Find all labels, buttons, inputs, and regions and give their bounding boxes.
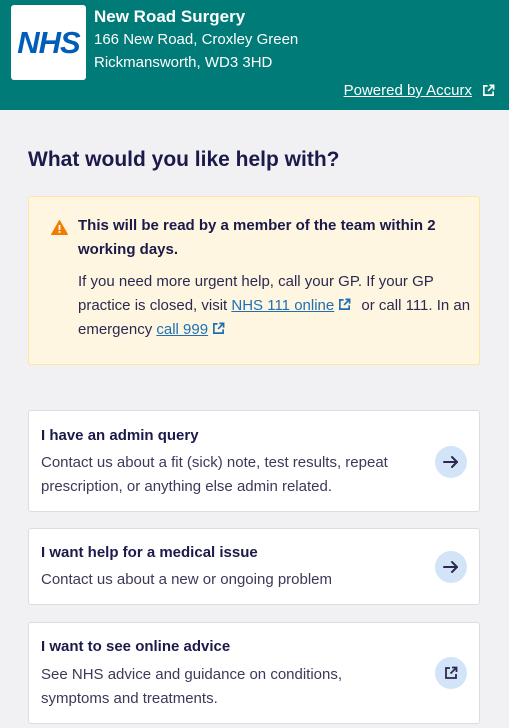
practice-address-line1: 166 New Road, Croxley Green bbox=[94, 31, 299, 48]
nhs-logo: NHS bbox=[11, 5, 86, 80]
option-title: I have an admin query bbox=[41, 427, 199, 444]
option-title: I want to see online advice bbox=[41, 638, 231, 655]
practice-name: New Road Surgery bbox=[94, 7, 246, 26]
option-description: Contact us about a fit (sick) note, test… bbox=[41, 454, 388, 495]
practice-details: New Road Surgery 166 New Road, Croxley G… bbox=[94, 6, 298, 74]
option-description: See NHS advice and guidance on condition… bbox=[41, 666, 343, 707]
option-online-advice[interactable]: I want to see online advice See NHS advi… bbox=[28, 622, 480, 724]
option-arrow-button[interactable] bbox=[435, 551, 467, 583]
warning-triangle-icon bbox=[51, 220, 68, 235]
option-arrow-button[interactable] bbox=[435, 446, 467, 478]
external-link-icon bbox=[445, 666, 458, 679]
option-external-button[interactable] bbox=[435, 657, 467, 689]
option-medical-issue[interactable]: I want help for a medical issue Contact … bbox=[28, 528, 480, 605]
page-title: What would you like help with? bbox=[28, 148, 340, 171]
response-time-alert: This will be read by a member of the tea… bbox=[28, 196, 480, 365]
practice-header: NHS New Road Surgery 166 New Road, Croxl… bbox=[0, 0, 509, 110]
option-title: I want help for a medical issue bbox=[41, 544, 258, 561]
call-999-link[interactable]: call 999 bbox=[156, 321, 208, 338]
alert-title: This will be read by a member of the tea… bbox=[78, 217, 436, 258]
powered-by[interactable]: Powered by Accurx bbox=[344, 82, 495, 99]
powered-by-accurx-link[interactable]: Powered by Accurx bbox=[344, 82, 472, 99]
nhs-logo-text: NHS bbox=[17, 24, 80, 60]
external-link-icon bbox=[483, 84, 495, 96]
nhs-111-online-link[interactable]: NHS 111 online bbox=[231, 297, 334, 314]
external-link-icon bbox=[213, 322, 225, 334]
external-link-icon bbox=[339, 298, 351, 310]
option-admin-query[interactable]: I have an admin query Contact us about a… bbox=[28, 410, 480, 512]
practice-address-line2: Rickmansworth, WD3 3HD bbox=[94, 54, 273, 71]
alert-body: If you need more urgent help, call your … bbox=[78, 270, 478, 342]
arrow-right-icon bbox=[443, 456, 458, 468]
arrow-right-icon bbox=[443, 561, 458, 573]
option-description: Contact us about a new or ongoing proble… bbox=[41, 571, 333, 588]
